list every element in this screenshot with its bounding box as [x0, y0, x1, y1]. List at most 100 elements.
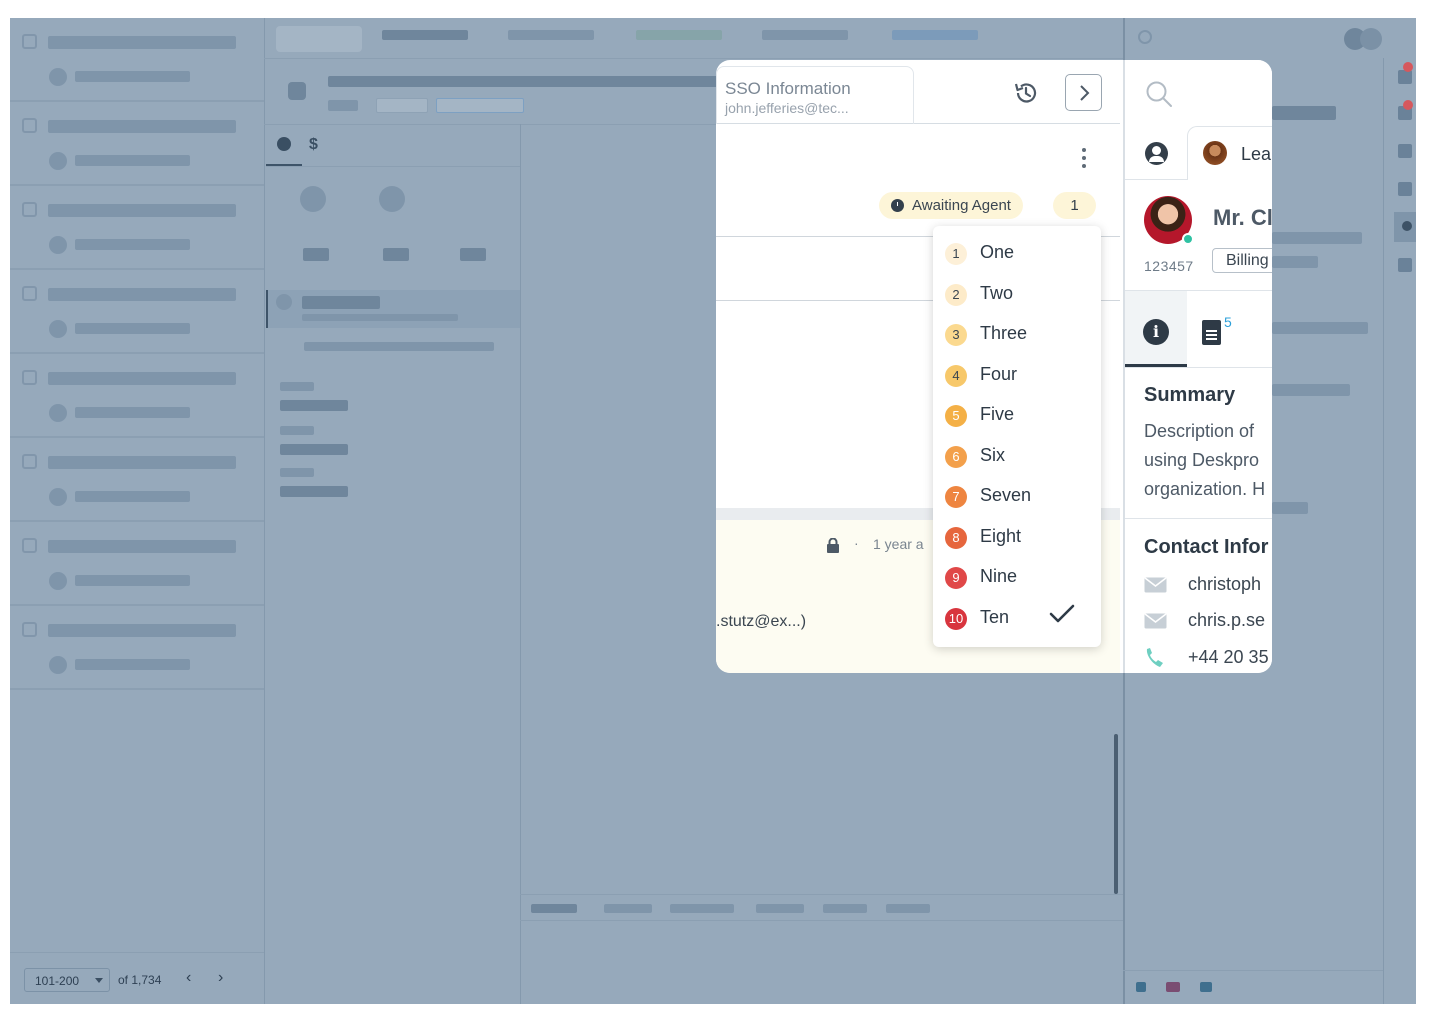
cc-email: .stutz@ex...) [716, 613, 807, 630]
dropdown-option[interactable]: 6 Six [945, 442, 1095, 470]
prev-page-button[interactable]: ‹ [186, 969, 191, 987]
chevron-down-icon [95, 978, 103, 983]
option-number: 7 [945, 486, 967, 508]
next-button[interactable] [1065, 74, 1102, 111]
tab[interactable] [762, 30, 848, 40]
user-icon [1402, 221, 1412, 231]
sso-tab[interactable]: SSO Information john.jefferies@tec... [716, 66, 914, 124]
scrollbar[interactable] [1114, 734, 1118, 894]
contact-badge[interactable]: Billing [1212, 248, 1272, 273]
calendar-icon[interactable] [1398, 182, 1412, 196]
tab[interactable] [670, 904, 734, 913]
dropdown-option[interactable]: 4 Four [945, 361, 1095, 389]
option-label: Nine [980, 566, 1018, 586]
dropdown-option[interactable]: 8 Eight [945, 523, 1095, 551]
dropdown-option[interactable]: 2 Two [945, 280, 1095, 308]
phone-icon [1146, 648, 1163, 667]
summary-line: Description of [1144, 421, 1255, 441]
status-badge[interactable]: Awaiting Agent [879, 192, 1023, 219]
dropdown-option[interactable]: 7 Seven [945, 482, 1095, 510]
book-icon[interactable] [1398, 144, 1412, 158]
list-item[interactable] [10, 18, 264, 102]
contacts-nav[interactable] [1394, 212, 1416, 242]
tab-active[interactable] [276, 26, 362, 52]
building-icon[interactable] [1398, 258, 1412, 272]
document-icon[interactable] [1202, 320, 1221, 345]
more-options-icon[interactable] [1081, 148, 1087, 172]
option-number: 3 [945, 324, 967, 346]
option-number: 5 [945, 405, 967, 427]
tab-lead-label: Lea [1241, 144, 1272, 164]
chat-icon[interactable] [1166, 982, 1180, 992]
tab[interactable] [756, 904, 804, 913]
summary-heading: Summary [1144, 384, 1236, 406]
envelope-icon [1144, 613, 1167, 629]
contact-email: christoph [1188, 574, 1262, 594]
document-count: 5 [1224, 314, 1232, 330]
online-status-indicator [1182, 233, 1194, 245]
billing-tab-icon[interactable]: $ [309, 136, 318, 154]
next-page-button[interactable]: › [218, 969, 223, 987]
tab-lead[interactable]: Lea [1187, 126, 1272, 180]
contact-panel: Lea Mr. Cl 123457 Billing i 5 Summary De… [1123, 60, 1272, 673]
list-item[interactable] [10, 186, 264, 270]
dropdown-option[interactable]: 3 Three [945, 320, 1095, 348]
tab[interactable] [531, 904, 577, 913]
option-label: Four [980, 364, 1018, 384]
chevron-right-icon [1080, 85, 1090, 101]
avatar[interactable] [1360, 28, 1382, 50]
list-divider [264, 18, 265, 1004]
sso-email: john.jefferies@tec... [725, 100, 849, 116]
list-item[interactable] [10, 270, 264, 354]
dropdown-option[interactable]: 5 Five [945, 401, 1095, 429]
sso-header: SSO Information john.jefferies@tec... [716, 60, 1120, 124]
contact-tabs: Lea [1125, 126, 1272, 180]
dropdown-option[interactable]: 1 One [945, 239, 1095, 267]
list-item[interactable] [10, 438, 264, 522]
list-item[interactable] [10, 606, 264, 690]
tab[interactable] [886, 904, 930, 913]
tab[interactable] [636, 30, 722, 40]
urgency-badge[interactable]: 1 [1053, 192, 1096, 219]
phone-icon[interactable] [1136, 982, 1146, 992]
contact-row[interactable]: chris.p.se [1144, 609, 1272, 633]
option-label: Ten [980, 607, 1010, 627]
tab[interactable] [823, 904, 867, 913]
sso-title: SSO Information [725, 79, 851, 98]
contact-email: chris.p.se [1188, 610, 1266, 630]
user-icon[interactable] [1145, 142, 1168, 165]
tab[interactable] [508, 30, 594, 40]
search-icon[interactable] [1145, 80, 1173, 108]
list-item[interactable] [10, 522, 264, 606]
option-number: 6 [945, 446, 967, 468]
inbox-icon [288, 82, 306, 100]
contact-phone: +44 20 35 [1188, 647, 1269, 667]
dropdown-option[interactable]: 9 Nine [945, 563, 1095, 591]
contact-row[interactable]: +44 20 35 [1144, 646, 1272, 670]
notification-dot [1403, 100, 1413, 110]
contact-name: Mr. Cl [1213, 205, 1272, 230]
history-icon[interactable] [1013, 80, 1039, 106]
tab[interactable] [892, 30, 978, 40]
envelope-icon [1144, 577, 1167, 593]
check-icon [1049, 604, 1075, 623]
contact-row[interactable]: christoph [1144, 573, 1272, 597]
tab-info[interactable] [266, 128, 302, 166]
tab[interactable] [382, 30, 468, 40]
page-range-select[interactable]: 101-200 [24, 968, 110, 992]
search-icon[interactable] [1138, 30, 1152, 44]
contact-id: 123457 [1144, 258, 1194, 274]
tab[interactable] [604, 904, 652, 913]
option-number: 8 [945, 527, 967, 549]
option-label: Three [980, 323, 1028, 343]
meta-separator: · [854, 535, 859, 551]
bell-icon[interactable] [1398, 70, 1412, 84]
clock-icon [891, 199, 904, 212]
list-item[interactable] [10, 102, 264, 186]
list-item[interactable] [10, 354, 264, 438]
lock-icon [827, 538, 839, 553]
tab-info[interactable]: i [1125, 291, 1187, 367]
option-number: 9 [945, 567, 967, 589]
ticket-card: SSO Information john.jefferies@tec... Aw… [716, 60, 1272, 673]
mail-icon[interactable] [1200, 982, 1212, 992]
